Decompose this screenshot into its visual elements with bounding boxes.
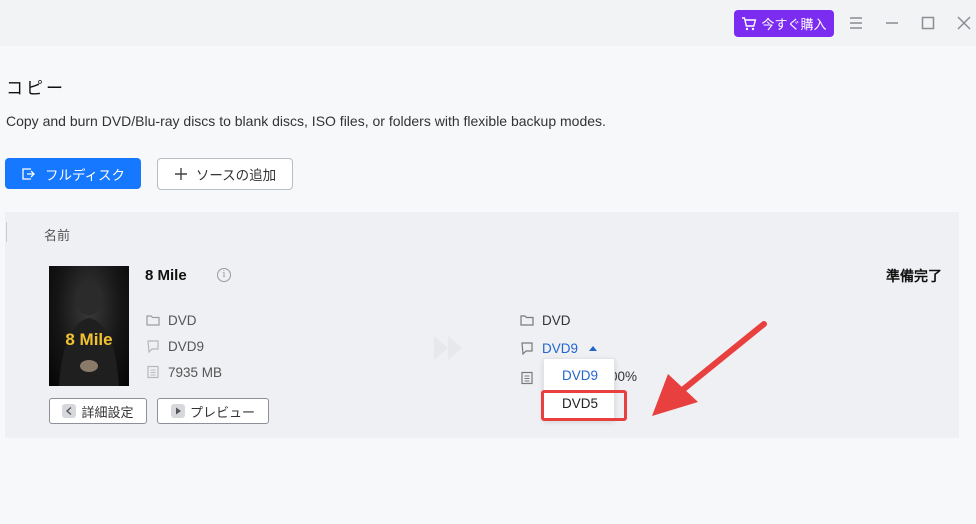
- info-icon[interactable]: i: [217, 268, 231, 282]
- menu-button[interactable]: [846, 13, 866, 33]
- disc-format-icon: [147, 340, 159, 353]
- plus-icon: [174, 168, 187, 180]
- cover-title-text: 8 Mile: [65, 330, 113, 349]
- file-size-icon: [147, 365, 159, 379]
- buy-now-button[interactable]: 今すぐ購入: [734, 10, 834, 37]
- output-type-row: DVD: [520, 311, 571, 329]
- compression-icon: [521, 371, 533, 385]
- minimize-button[interactable]: [882, 13, 902, 33]
- close-icon: [957, 16, 971, 30]
- advanced-settings-label: 詳細設定: [81, 405, 134, 421]
- settings-icon: [62, 404, 77, 418]
- convert-arrow-icon: [432, 334, 468, 367]
- caret-up-icon[interactable]: [588, 344, 598, 352]
- source-type: DVD: [168, 312, 197, 328]
- buy-now-label: 今すぐ購入: [761, 18, 827, 33]
- advanced-settings-button[interactable]: 詳細設定: [49, 398, 147, 424]
- source-size-row: 7935 MB: [146, 363, 222, 381]
- folder-icon: [146, 315, 160, 326]
- source-disc: DVD9: [168, 338, 205, 354]
- maximize-icon: [921, 16, 935, 30]
- output-type: DVD: [542, 312, 571, 328]
- column-header-name: 名前: [44, 229, 71, 244]
- folder-icon: [520, 315, 534, 326]
- play-icon: [170, 404, 185, 418]
- dropdown-option-dvd9[interactable]: DVD9: [544, 362, 616, 388]
- source-disc-row: DVD9: [146, 337, 204, 355]
- output-ratio-row: [520, 369, 534, 387]
- minimize-icon: [886, 22, 898, 24]
- movie-cover-thumbnail[interactable]: 8 Mile: [49, 266, 129, 386]
- cover-figure-image: [59, 281, 119, 386]
- output-disc-row: DVD9: [520, 339, 598, 357]
- maximize-button[interactable]: [918, 13, 938, 33]
- movie-title: 8 Mile: [145, 267, 187, 284]
- full-disk-label: フルディスク: [44, 167, 126, 184]
- menu-icon: [850, 17, 862, 29]
- page-description: Copy and burn DVD/Blu-ray discs to blank…: [6, 113, 606, 129]
- dvd5-highlight-box: [541, 390, 627, 421]
- source-type-row: DVD: [146, 311, 197, 329]
- preview-label: プレビュー: [189, 405, 255, 421]
- copy-mode-icon: [22, 167, 35, 180]
- add-source-button[interactable]: ソースの追加: [157, 158, 293, 190]
- full-disk-button[interactable]: フルディスク: [5, 158, 141, 189]
- disc-format-icon: [521, 342, 533, 355]
- column-separator: [6, 222, 7, 242]
- page-title: コピー: [6, 79, 66, 99]
- source-size: 7935 MB: [168, 364, 223, 380]
- add-source-label: ソースの追加: [195, 168, 277, 184]
- preview-button[interactable]: プレビュー: [157, 398, 269, 424]
- cart-icon: [742, 16, 757, 30]
- annotation-arrow-icon: [640, 318, 770, 427]
- close-button[interactable]: [954, 13, 974, 33]
- status-label: 準備完了: [886, 269, 942, 285]
- output-disc-select[interactable]: DVD9: [542, 341, 578, 356]
